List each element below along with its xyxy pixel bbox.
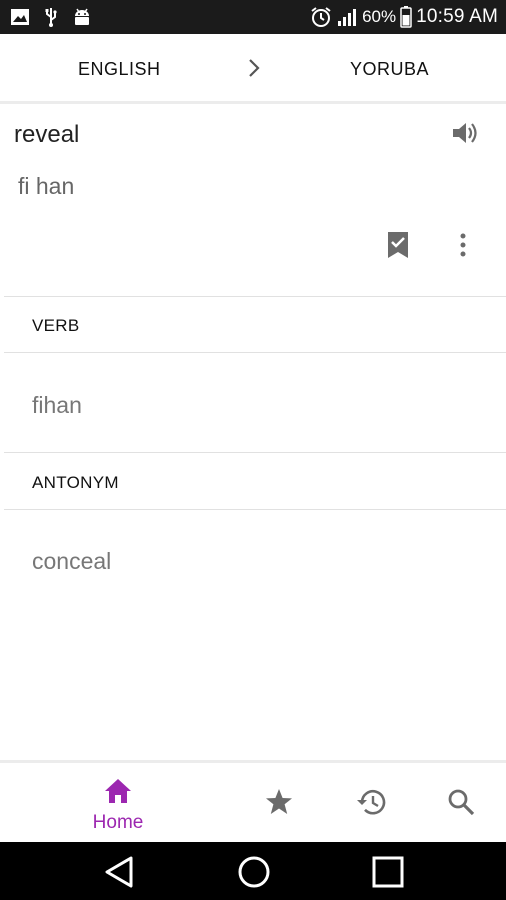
clock: 10:59 AM bbox=[416, 6, 498, 27]
alarm-icon bbox=[310, 6, 332, 28]
signal-icon bbox=[336, 7, 358, 27]
battery-percent: 60% bbox=[362, 7, 397, 26]
usb-icon bbox=[44, 7, 58, 27]
section-value-antonym: conceal bbox=[32, 548, 112, 574]
star-icon bbox=[264, 787, 294, 822]
home-circle-icon[interactable] bbox=[237, 855, 271, 894]
section-value-verb: fihan bbox=[32, 392, 82, 418]
section-label-verb: VERB bbox=[32, 316, 80, 335]
back-icon[interactable] bbox=[103, 855, 135, 894]
status-notifications bbox=[10, 7, 92, 27]
divider bbox=[4, 452, 506, 453]
battery-icon bbox=[400, 6, 412, 28]
nav-home-label: Home bbox=[92, 812, 144, 833]
source-word: reveal bbox=[14, 121, 80, 148]
nav-favorites[interactable] bbox=[264, 787, 294, 822]
speaker-icon[interactable] bbox=[450, 118, 480, 148]
nav-history[interactable] bbox=[355, 787, 387, 822]
divider bbox=[4, 296, 506, 297]
history-icon bbox=[355, 787, 387, 822]
language-bar: ENGLISH YORUBA bbox=[0, 34, 506, 104]
more-vert-icon[interactable] bbox=[452, 230, 474, 260]
status-bar: 60% 10:59 AM bbox=[0, 0, 506, 34]
home-icon bbox=[103, 777, 133, 810]
nav-home[interactable]: Home bbox=[88, 777, 148, 834]
section-label-antonym: ANTONYM bbox=[32, 473, 119, 492]
system-navigation-bar bbox=[0, 842, 506, 900]
bookmark-check-icon[interactable] bbox=[386, 231, 410, 259]
nav-search[interactable] bbox=[446, 787, 476, 822]
image-icon bbox=[10, 8, 30, 26]
translation-text: fi han bbox=[18, 173, 75, 199]
status-system: 60% 10:59 AM bbox=[310, 6, 498, 28]
chevron-right-icon[interactable] bbox=[244, 56, 264, 80]
bottom-navigation: Home bbox=[0, 760, 506, 842]
divider bbox=[4, 352, 506, 353]
search-icon bbox=[446, 787, 476, 822]
source-language-button[interactable]: ENGLISH bbox=[78, 59, 161, 80]
target-language-button[interactable]: YORUBA bbox=[350, 59, 429, 80]
android-icon bbox=[72, 7, 92, 27]
divider bbox=[4, 509, 506, 510]
recents-icon[interactable] bbox=[371, 855, 405, 894]
